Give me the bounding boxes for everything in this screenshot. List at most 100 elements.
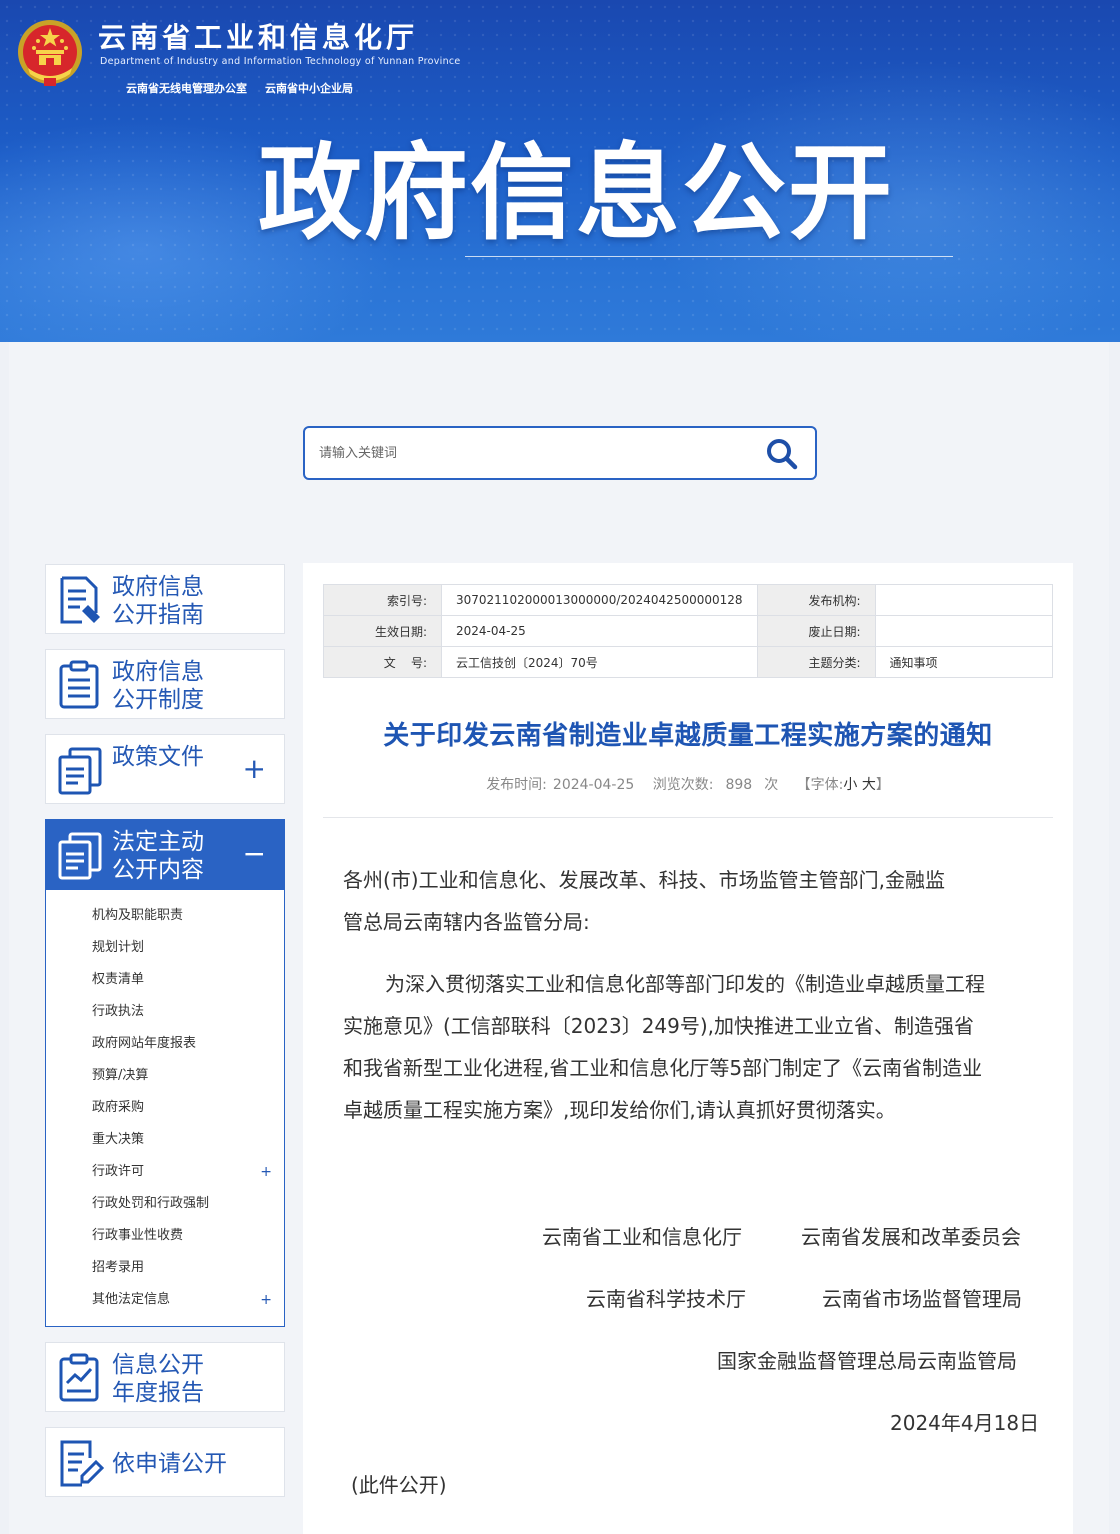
signatory-market-bureau: 云南省市场监督管理局: [822, 1287, 1022, 1311]
sub-item-label: 行政事业性收费: [92, 1228, 184, 1243]
views-unit: 次: [764, 777, 779, 793]
table-row: 文 号: 云工信技创〔2024〕70号 主题分类: 通知事项: [323, 646, 1054, 678]
sub-item-label: 政府采购: [92, 1100, 145, 1115]
signatory-development-commission: 云南省发展和改革委员会: [801, 1225, 1021, 1249]
meta-label-topic: 主题分类:: [756, 646, 876, 678]
sub-item-admin-license[interactable]: 行政许可 +: [92, 1156, 272, 1188]
sidebar-card-policy-files[interactable]: 政策文件 +: [45, 734, 285, 804]
table-row: 索引号: 307021102000013000000/2024042500000…: [323, 584, 1054, 616]
sub-item-label: 行政处罚和行政强制: [92, 1196, 210, 1211]
sub-item-procurement[interactable]: 政府采购: [92, 1092, 272, 1124]
article-divider: [323, 817, 1053, 818]
signature-date: 2024年4月18日: [890, 1411, 1040, 1435]
sub-item-label: 行政许可: [92, 1164, 145, 1179]
sidebar-card-label: 年度报告: [112, 1380, 204, 1406]
list-doc-icon: [59, 660, 99, 709]
sub-item-website-report[interactable]: 政府网站年度报表: [92, 1028, 272, 1060]
sub-office-link-sme[interactable]: 云南省中小企业局: [265, 82, 353, 95]
sub-item-fees[interactable]: 行政事业性收费: [92, 1220, 272, 1252]
meta-label-index: 索引号:: [323, 584, 442, 616]
sub-item-label: 政府网站年度报表: [92, 1036, 197, 1051]
article-salutation: 各州(市)工业和信息化、发展改革、科技、市场监管主管部门,金融监 管总局云南辖内…: [343, 859, 1033, 943]
article-panel: 索引号: 307021102000013000000/2024042500000…: [303, 563, 1073, 1534]
sidebar-card-label: 政策文件: [112, 744, 204, 770]
banner-title: 政府信息公开: [258, 132, 895, 254]
publish-date: 2024-04-25: [552, 777, 635, 793]
sidebar-card-label: 法定主动: [112, 829, 204, 855]
font-large-button[interactable]: 大: [862, 777, 876, 793]
sub-item-label: 规划计划: [92, 940, 145, 955]
sub-office-link-radio[interactable]: 云南省无线电管理办公室: [126, 82, 247, 95]
site-title-english: Department of Industry and Information T…: [100, 56, 461, 67]
meta-value-expire: [874, 615, 1054, 647]
sidebar-card-statutory-content[interactable]: 法定主动 公开内容 − 机构及职能职责 规划计划 权责清单 行政执法 政府网站年…: [45, 819, 285, 1327]
article-title: 关于印发云南省制造业卓越质量工程实施方案的通知: [383, 721, 993, 751]
meta-label-effective: 生效日期:: [323, 615, 442, 647]
guide-doc-icon: [60, 576, 100, 624]
publish-label: 发布时间:: [486, 777, 547, 793]
sidebar-card-label: 公开内容: [112, 857, 204, 883]
sidebar-card-disclosure-guide[interactable]: 政府信息 公开指南: [45, 564, 285, 634]
expand-plus-icon[interactable]: +: [260, 1284, 272, 1316]
statutory-files-icon: [58, 832, 102, 880]
paragraph-line: 为深入贯彻落实工业和信息化部等部门印发的《制造业卓越质量工程: [385, 972, 985, 996]
views-count: 898: [725, 777, 753, 793]
collapse-minus-icon[interactable]: −: [243, 840, 266, 868]
sidebar-card-label: 政府信息: [112, 574, 204, 600]
views-label: 浏览次数:: [652, 777, 714, 793]
sidebar-card-label: 政府信息: [112, 659, 204, 685]
expand-plus-icon[interactable]: +: [260, 1156, 272, 1188]
sub-item-recruitment[interactable]: 招考录用: [92, 1252, 272, 1284]
sidebar-card-label: 信息公开: [112, 1352, 204, 1378]
signatory-industry-dept: 云南省工业和信息化厅: [542, 1225, 742, 1249]
search-icon[interactable]: [765, 437, 799, 471]
chart-report-icon: [59, 1353, 99, 1402]
sub-item-org-duties[interactable]: 机构及职能职责: [92, 900, 272, 932]
policy-files-icon: [58, 747, 102, 795]
sub-office-links: 云南省无线电管理办公室 云南省中小企业局: [126, 80, 371, 96]
paragraph-line: 各州(市)工业和信息化、发展改革、科技、市场监管主管部门,金融监: [343, 868, 945, 892]
sidebar-card-label: 公开制度: [112, 687, 204, 713]
expand-plus-icon[interactable]: +: [243, 755, 266, 783]
sub-item-label: 行政执法: [92, 1004, 145, 1019]
search-box: [303, 426, 817, 480]
article-body: 为深入贯彻落实工业和信息化部等部门印发的《制造业卓越质量工程 实施意见》(工信部…: [343, 963, 1033, 1131]
sub-item-label: 机构及职能职责: [92, 908, 184, 923]
article-info-bar: 发布时间: 2024-04-25 浏览次数: 898 次 【字体:小 大】: [303, 774, 1073, 794]
sub-item-penalty[interactable]: 行政处罚和行政强制: [92, 1188, 272, 1220]
font-small-button[interactable]: 小: [843, 777, 857, 793]
sub-item-power-list[interactable]: 权责清单: [92, 964, 272, 996]
sidebar-card-apply-disclosure[interactable]: 依申请公开: [45, 1427, 285, 1497]
document-meta-table: 索引号: 307021102000013000000/2024042500000…: [323, 584, 1054, 678]
search-input[interactable]: [319, 442, 739, 464]
meta-label-docno: 文 号:: [323, 646, 442, 678]
site-header: 云南省工业和信息化厅 Department of Industry and In…: [0, 0, 1120, 342]
signatory-science-dept: 云南省科学技术厅: [586, 1287, 746, 1311]
sub-item-label: 其他法定信息: [92, 1292, 171, 1307]
sub-item-law-enforcement[interactable]: 行政执法: [92, 996, 272, 1028]
meta-value-index: 307021102000013000000/2024042500000128: [441, 584, 758, 616]
sidebar-card-annual-report[interactable]: 信息公开 年度报告: [45, 1342, 285, 1412]
meta-value-effective: 2024-04-25: [441, 615, 758, 647]
sub-item-label: 权责清单: [92, 972, 145, 987]
sub-item-budget[interactable]: 预算/决算: [92, 1060, 272, 1092]
meta-label-publisher: 发布机构:: [756, 584, 876, 616]
meta-label-expire: 废止日期:: [756, 615, 876, 647]
signatory-financial-regulator: 国家金融监督管理总局云南监管局: [717, 1349, 1017, 1373]
meta-value-publisher: [874, 584, 1054, 616]
paragraph-line: 卓越质量工程实施方案》,现印发给你们,请认真抓好贯彻落实。: [343, 1098, 896, 1122]
sub-item-planning[interactable]: 规划计划: [92, 932, 272, 964]
font-size-control: 【字体:小 大】: [797, 777, 890, 793]
paragraph-line: 管总局云南辖内各监管分局:: [343, 910, 590, 934]
apply-edit-icon: [60, 1440, 104, 1487]
paragraph-line: 和我省新型工业化进程,省工业和信息化厅等5部门制定了《云南省制造业: [343, 1056, 983, 1080]
sub-item-label: 预算/决算: [92, 1068, 149, 1083]
sub-item-major-decisions[interactable]: 重大决策: [92, 1124, 272, 1156]
national-emblem-icon[interactable]: [16, 18, 84, 88]
paragraph-line: 实施意见》(工信部联科〔2023〕249号),加快推进工业立省、制造强省: [343, 1014, 975, 1038]
site-title[interactable]: 云南省工业和信息化厅: [98, 16, 418, 56]
meta-value-docno: 云工信技创〔2024〕70号: [441, 646, 758, 678]
sub-item-other-info[interactable]: 其他法定信息 +: [92, 1284, 272, 1316]
sub-item-label: 招考录用: [92, 1260, 145, 1275]
sidebar-card-disclosure-system[interactable]: 政府信息 公开制度: [45, 649, 285, 719]
